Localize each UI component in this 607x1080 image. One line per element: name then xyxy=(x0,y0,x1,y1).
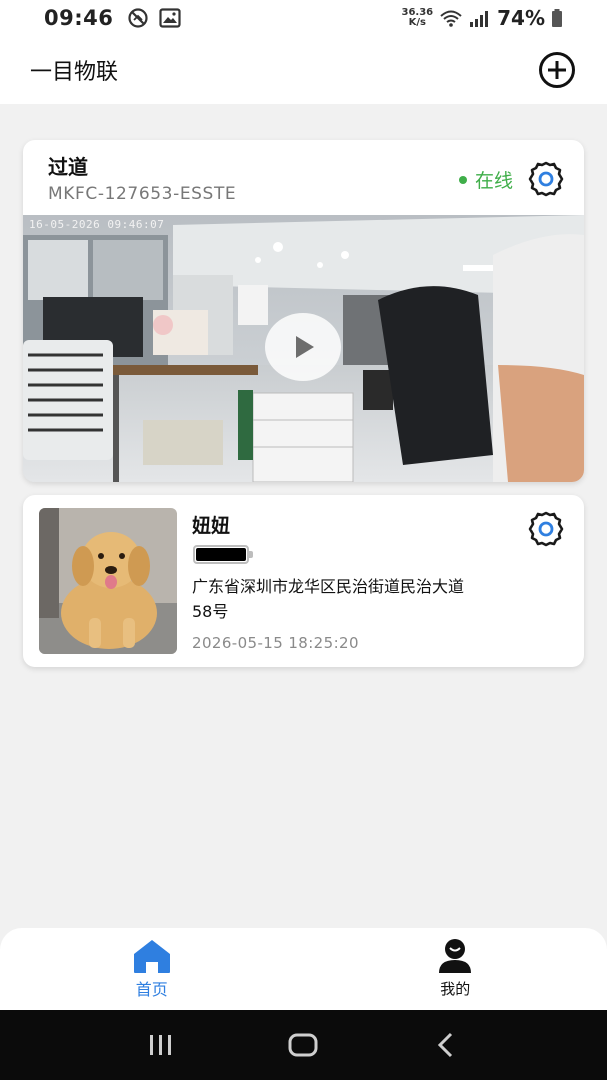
do-not-disturb-icon xyxy=(128,8,148,28)
nav-item-home[interactable]: 首页 xyxy=(0,928,304,1010)
signal-icon xyxy=(470,11,489,27)
pet-photo xyxy=(39,508,177,654)
nav-item-profile[interactable]: 我的 xyxy=(304,928,607,1010)
back-button[interactable] xyxy=(426,1025,466,1065)
pet-name: 妞妞 xyxy=(192,515,231,537)
bottom-navigation: 首页 我的 xyxy=(0,928,607,1010)
camera-card[interactable]: 过道 MKFC-127653-ESSTE 在线 16-05-2026 09:46… xyxy=(23,140,584,482)
recent-apps-button[interactable] xyxy=(141,1025,181,1065)
app-title: 一目物联 xyxy=(30,60,119,85)
pet-location-time: 2026-05-15 18:25:20 xyxy=(192,634,359,652)
plus-circle-icon xyxy=(539,52,575,88)
status-bar: 09:46 36.36 K/s 74% xyxy=(0,0,607,36)
nav-label-profile: 我的 xyxy=(440,980,471,998)
pet-battery-indicator xyxy=(193,545,253,564)
battery-body xyxy=(193,545,249,564)
dog-photo-image xyxy=(39,508,177,654)
system-navigation-bar xyxy=(0,1010,607,1080)
wifi-icon xyxy=(440,10,462,27)
pet-location-address: 广东省深圳市龙华区民治街道民治大道58号 xyxy=(192,577,465,621)
online-status: 在线 xyxy=(458,166,513,193)
profile-icon xyxy=(439,939,472,973)
image-icon xyxy=(159,8,181,28)
online-dot-icon xyxy=(458,175,467,184)
add-device-button[interactable] xyxy=(537,50,577,90)
camera-device-id: MKFC-127653-ESSTE xyxy=(48,184,237,204)
battery-fill xyxy=(196,548,246,561)
camera-name: 过道 xyxy=(48,155,88,179)
camera-video-preview[interactable]: 16-05-2026 09:46:07 xyxy=(23,215,584,482)
play-icon xyxy=(296,336,314,358)
recent-apps-icon xyxy=(150,1035,172,1055)
app-header: 一目物联 xyxy=(0,36,607,104)
nav-label-home: 首页 xyxy=(135,980,168,999)
status-right: 36.36 K/s 74% xyxy=(401,6,563,30)
home-icon xyxy=(133,940,170,973)
gear-icon xyxy=(528,511,564,547)
camera-settings-button[interactable] xyxy=(526,159,566,199)
status-notification-icons xyxy=(127,7,181,29)
pet-tracker-card[interactable]: 妞妞 广东省深圳市龙华区民治街道民治大道58号 2026-05-15 18:25… xyxy=(23,495,584,667)
status-time: 09:46 xyxy=(44,6,114,30)
gear-icon xyxy=(528,161,564,197)
network-speed: 36.36 K/s xyxy=(401,7,434,28)
back-chevron-icon xyxy=(437,1032,452,1058)
battery-icon xyxy=(552,9,562,27)
home-square-icon xyxy=(288,1033,318,1057)
video-timestamp: 16-05-2026 09:46:07 xyxy=(29,218,165,231)
play-button[interactable] xyxy=(265,313,341,381)
home-system-button[interactable] xyxy=(283,1025,323,1065)
pet-settings-button[interactable] xyxy=(526,509,566,549)
battery-percent: 74% xyxy=(497,6,545,30)
battery-tip xyxy=(249,551,253,558)
online-status-label: 在线 xyxy=(474,170,513,192)
